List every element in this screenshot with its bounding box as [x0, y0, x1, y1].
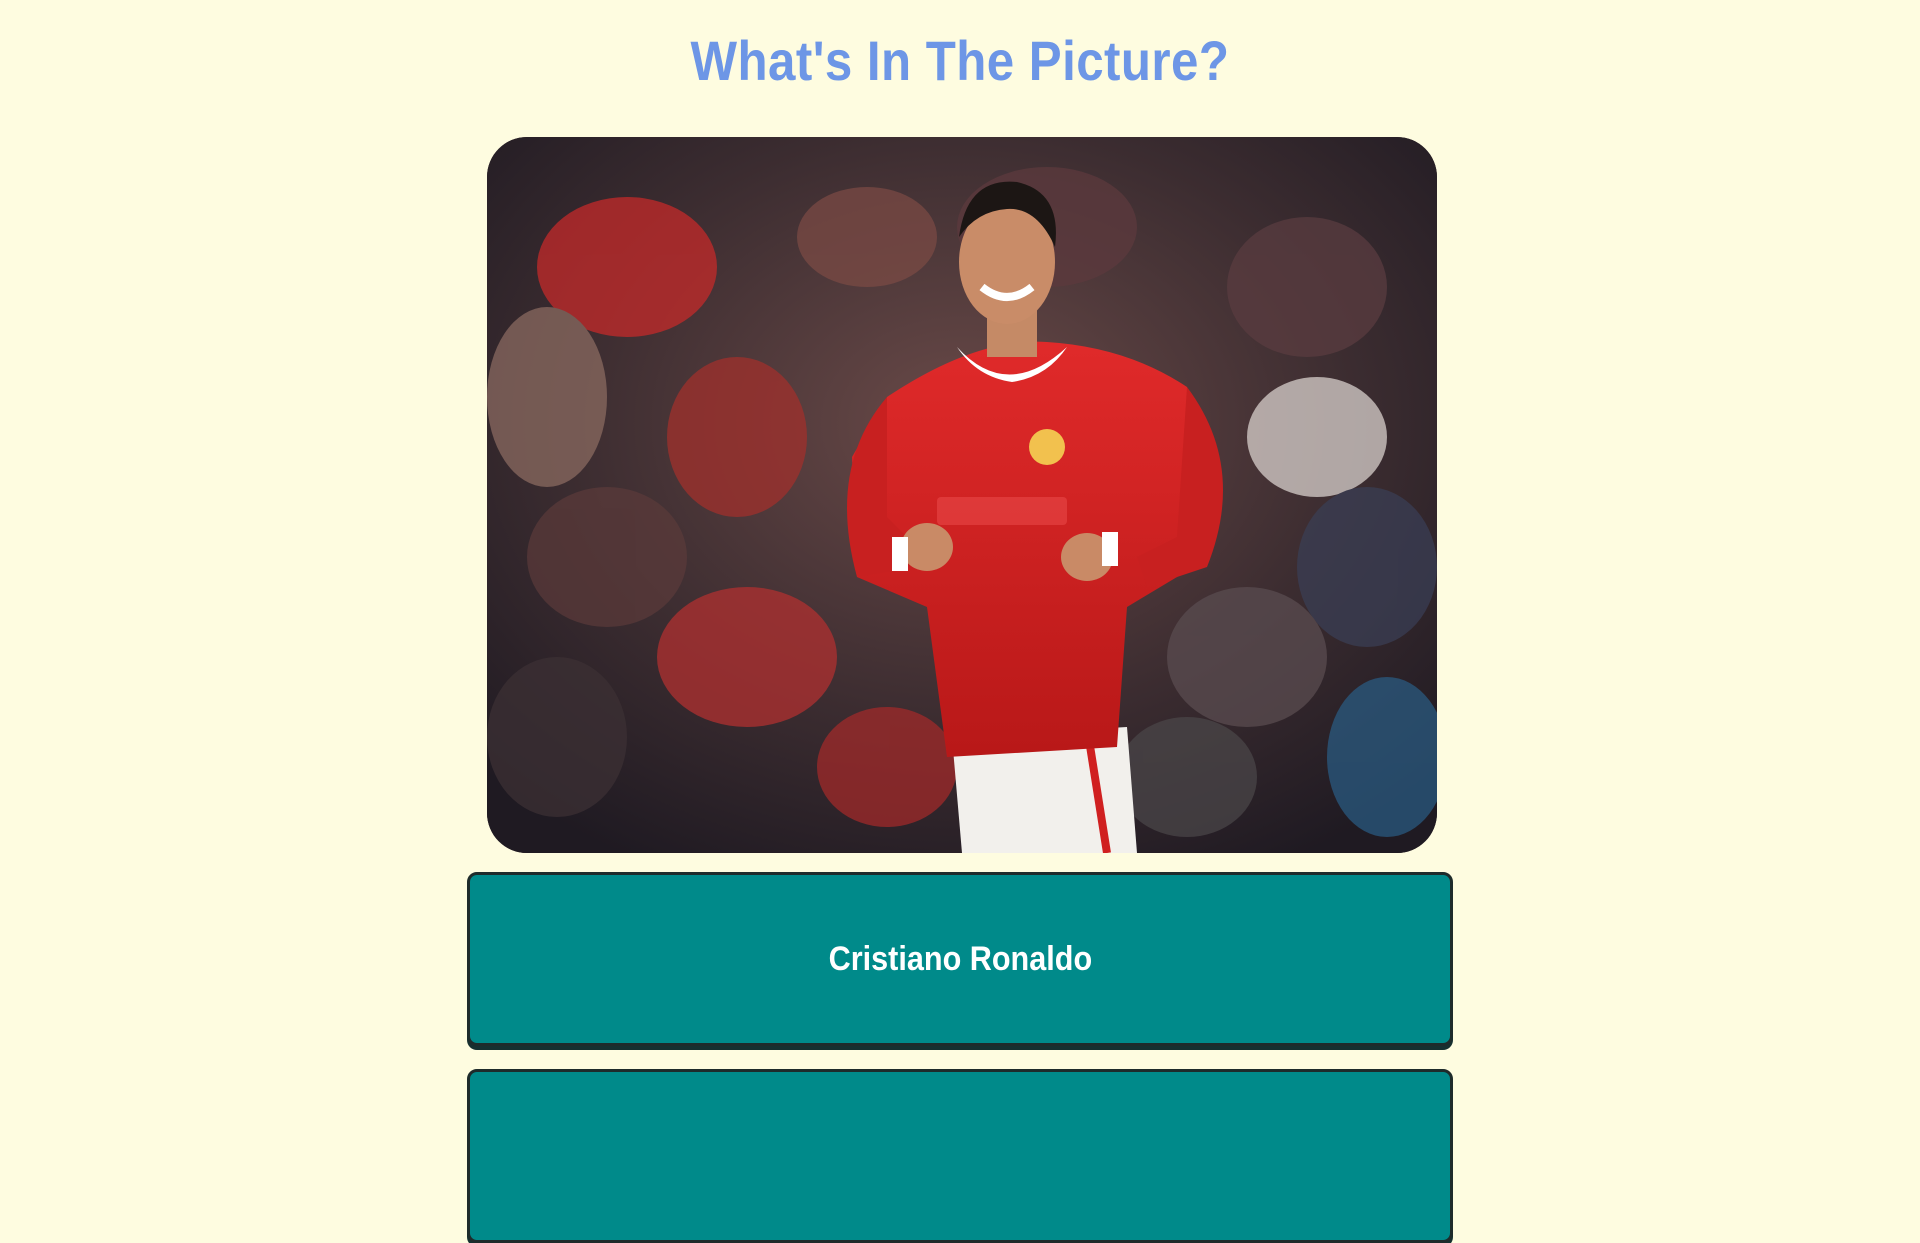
- quiz-image: [487, 137, 1437, 853]
- page-title: What's In The Picture?: [690, 29, 1230, 92]
- answer-label: Cristiano Ronaldo: [828, 939, 1092, 978]
- answer-button-1[interactable]: Cristiano Ronaldo: [467, 872, 1453, 1046]
- answer-button-2[interactable]: [467, 1069, 1453, 1243]
- football-player-photo-icon: [487, 137, 1437, 853]
